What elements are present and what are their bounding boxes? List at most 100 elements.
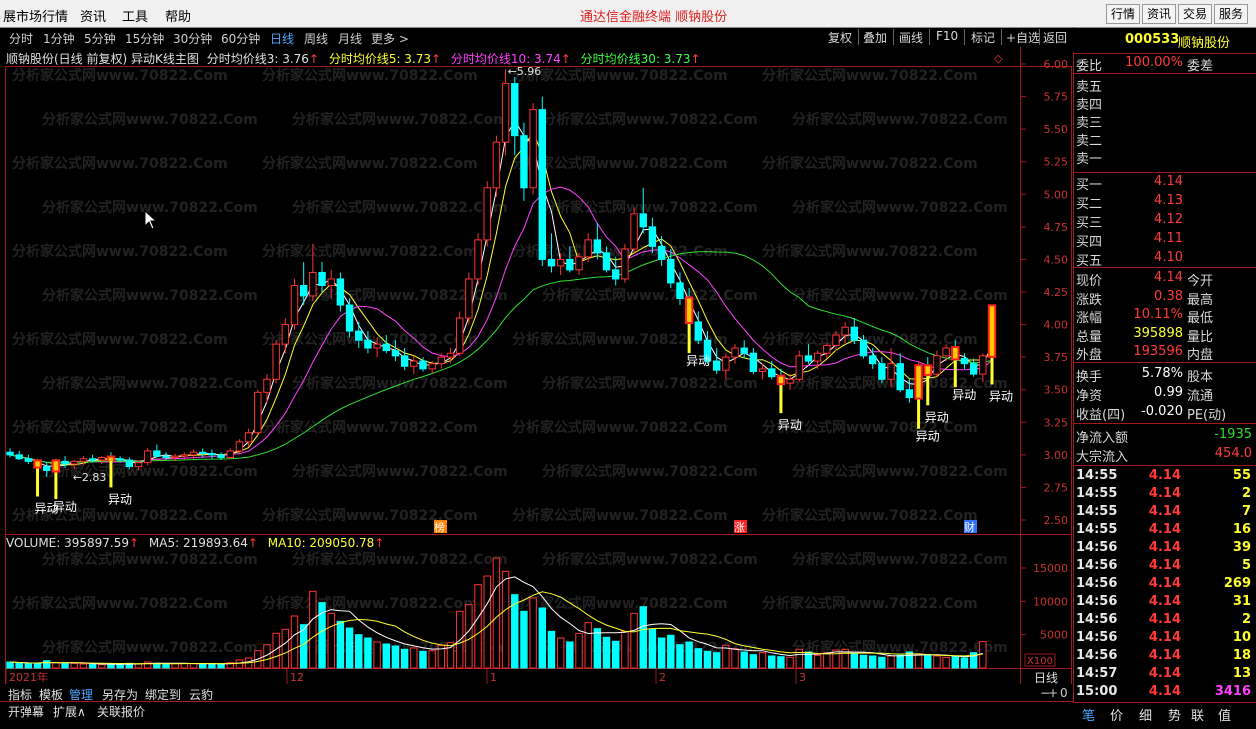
candle-body <box>281 324 290 345</box>
candle-body <box>712 360 721 371</box>
period-tab[interactable]: 分时 <box>9 30 33 47</box>
kline-chart[interactable]: 分析家公式网www.70822.Com 分析家公式网www.70822.Com 分析… <box>0 47 1073 684</box>
quote-row: 涨幅 10.11% 最低 <box>1073 307 1256 326</box>
draw-button[interactable]: 画线 <box>899 29 923 46</box>
f10-button[interactable]: F10 <box>936 29 958 43</box>
menu-help[interactable]: 帮助 <box>165 6 191 25</box>
menu-tools[interactable]: 工具 <box>122 6 148 25</box>
volume-bar <box>924 654 932 669</box>
back-button[interactable]: 返回 <box>1043 29 1067 46</box>
tab-ticks[interactable]: 笔 <box>1082 705 1095 724</box>
candle-body <box>575 256 583 271</box>
fundamental-row-extra: 流通 <box>1187 389 1214 404</box>
tick-price: 4.14 <box>1148 666 1181 681</box>
news-button[interactable]: 资讯 <box>1142 4 1177 24</box>
candle-body <box>410 360 418 367</box>
candle-body <box>648 226 657 247</box>
volume-ma10-label: MA10: 209050.78 <box>267 536 375 550</box>
service-button[interactable]: 服务 <box>1214 4 1249 24</box>
candle-body <box>309 271 317 297</box>
menu-bar: 展市场行情 资讯 工具 帮助 通达信金融终端 顺钠股份 行情 资讯 交易 服务 <box>0 0 1256 28</box>
info-marker[interactable]: 涨 <box>734 521 745 534</box>
price-tick-label: 4.00 <box>1044 319 1069 332</box>
danmaku-toggle[interactable]: 开弹幕 <box>8 703 44 720</box>
tick-volume: 7 <box>1241 504 1251 519</box>
bid-row: 买五 4.10 <box>1073 250 1256 269</box>
watermark-text: 分析家公式网www.70822.Com <box>762 243 978 260</box>
tick-row: 14:56 4.14 31 <box>1073 594 1256 612</box>
tab-detail[interactable]: 细 <box>1139 705 1152 724</box>
tab-related[interactable]: 联 <box>1191 705 1204 724</box>
tab-value[interactable]: 值 <box>1218 705 1231 724</box>
menu-market[interactable]: 展市场行情 <box>3 6 68 25</box>
price-tick-label: 3.00 <box>1044 449 1069 462</box>
volume-bar <box>667 634 675 669</box>
tick-time: 14:56 <box>1076 594 1118 609</box>
add-watchlist-button[interactable]: +自选 <box>1006 29 1040 46</box>
volume-bar <box>52 662 60 669</box>
related-quote-toggle[interactable]: 关联报价 <box>97 703 145 720</box>
volume-bar <box>79 663 88 669</box>
volume-bar <box>474 584 482 669</box>
divider <box>1073 73 1256 74</box>
candle-body <box>942 347 950 357</box>
candle-body <box>868 355 877 365</box>
info-marker[interactable]: 榜 <box>434 520 445 534</box>
period-tab[interactable]: 周线 <box>304 30 328 47</box>
candle-body <box>244 432 253 443</box>
menu-news[interactable]: 资讯 <box>80 6 106 25</box>
candle-body <box>125 459 134 468</box>
toolbar-divider <box>964 29 965 45</box>
candle-body <box>134 462 143 468</box>
candle-body <box>492 141 501 189</box>
event-highlight-inner <box>925 366 930 375</box>
quote-row-label: 外盘 <box>1076 348 1103 363</box>
period-tab[interactable]: 5分钟 <box>84 30 116 47</box>
candle-body <box>511 83 519 137</box>
period-tab[interactable]: 月线 <box>338 30 362 47</box>
period-tab[interactable]: 1分钟 <box>43 30 75 47</box>
adjust-button[interactable]: 复权 <box>828 29 852 46</box>
period-tab[interactable]: 15分钟 <box>125 30 164 47</box>
watermark-text: 分析家公式网www.70822.Com <box>12 595 228 612</box>
period-tab[interactable]: 30分钟 <box>173 30 212 47</box>
volume-bar <box>529 597 537 669</box>
price-tick-label: 5.75 <box>1044 91 1069 104</box>
mark-button[interactable]: 标记 <box>971 29 995 46</box>
candle-body <box>428 363 436 370</box>
quote-button[interactable]: 行情 <box>1106 4 1141 24</box>
volume-bar <box>6 661 14 669</box>
flow-row-value: 454.0 <box>1214 446 1252 461</box>
period-toolbar: 分时 1分钟 5分钟 15分钟 30分钟 60分钟 日线 周线 月线 更多 > … <box>0 27 1072 47</box>
ask-row: 卖五 <box>1073 76 1256 95</box>
ratio-label: 委比 <box>1076 59 1103 74</box>
info-marker[interactable]: 财 <box>964 520 975 534</box>
watermark-text: 分析家公式网www.70822.Com <box>792 463 1008 480</box>
divider <box>1073 702 1256 703</box>
tick-time: 14:56 <box>1076 540 1118 555</box>
watermark-text: 分析家公式网www.70822.Com <box>12 419 228 436</box>
volume-bar <box>217 663 225 669</box>
price-tick-label: 3.25 <box>1044 416 1069 429</box>
toolbar-divider <box>858 29 859 45</box>
period-tab-active[interactable]: 日线 <box>270 30 294 47</box>
period-tab[interactable]: 60分钟 <box>221 30 260 47</box>
tab-price[interactable]: 价 <box>1110 705 1123 724</box>
reset-icon[interactable]: 0 <box>1060 686 1068 700</box>
expand-toggle[interactable]: 扩展∧ <box>53 703 86 720</box>
watermark-text: 分析家公式网www.70822.Com <box>12 155 228 172</box>
tick-volume: 269 <box>1223 576 1251 591</box>
trade-button[interactable]: 交易 <box>1178 4 1213 24</box>
overlay-button[interactable]: 叠加 <box>863 29 887 46</box>
zoom-in-icon[interactable]: + <box>1048 686 1058 700</box>
bid-row-value: 4.10 <box>1154 250 1183 265</box>
fundamental-row-value: -0.020 <box>1141 404 1183 419</box>
more-periods-button[interactable]: 更多 > <box>371 30 409 47</box>
tick-price: 4.14 <box>1148 576 1181 591</box>
ask-row-label: 卖一 <box>1076 152 1103 167</box>
volume-bar <box>520 610 528 669</box>
price-tick-label: 2.75 <box>1044 481 1069 494</box>
candle-body <box>116 458 124 461</box>
quote-panel: 000533 顺钠股份 委比 100.00% 委差 笔 价 细 势 联 值 卖五… <box>1073 27 1256 729</box>
tab-trend[interactable]: 势 <box>1168 705 1181 724</box>
